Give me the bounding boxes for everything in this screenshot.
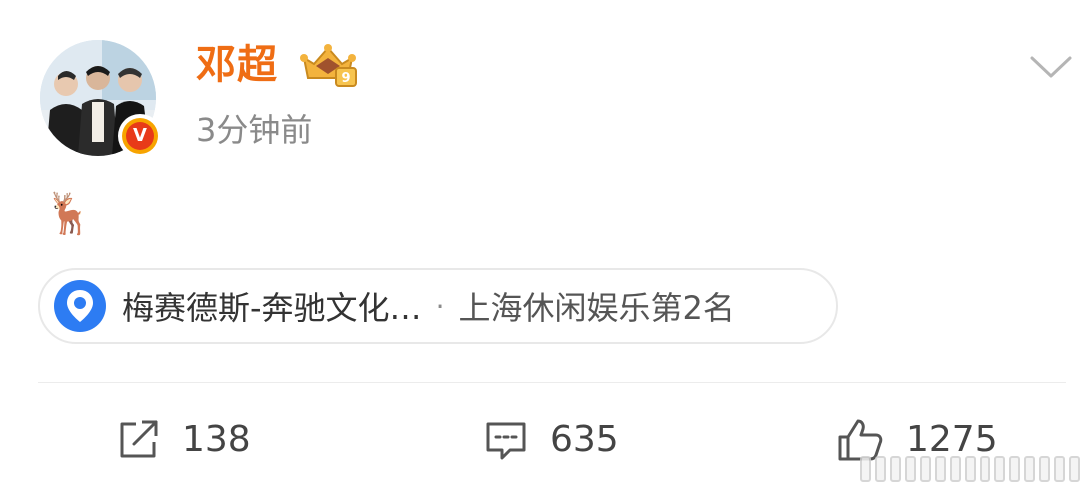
vip-crown-icon[interactable]: 9 — [298, 42, 358, 88]
post-body: 🦌 — [44, 191, 94, 237]
comment-icon — [486, 422, 526, 460]
repost-button[interactable]: 138 — [116, 410, 251, 470]
post-timestamp: 3分钟前 — [196, 111, 313, 149]
location-separator: · — [435, 289, 445, 323]
chevron-down-icon[interactable] — [1028, 52, 1074, 82]
username[interactable]: 邓超 — [196, 38, 278, 92]
divider — [38, 382, 1066, 383]
location-tag[interactable]: 梅赛德斯-奔驰文化… · 上海休闲娱乐第2名 — [38, 268, 838, 344]
location-name: 梅赛德斯-奔驰文化… — [122, 289, 422, 327]
verified-badge-letter: V — [126, 122, 154, 150]
watermark — [860, 446, 1081, 482]
map-pin-icon — [54, 280, 106, 332]
verified-badge: V — [118, 114, 162, 158]
comment-count: 635 — [550, 419, 619, 460]
comment-button[interactable]: 635 — [484, 410, 619, 470]
repost-count: 138 — [182, 419, 251, 460]
location-rank: 上海休闲娱乐第2名 — [458, 289, 735, 327]
vip-level: 9 — [341, 71, 350, 86]
share-icon — [120, 420, 158, 458]
